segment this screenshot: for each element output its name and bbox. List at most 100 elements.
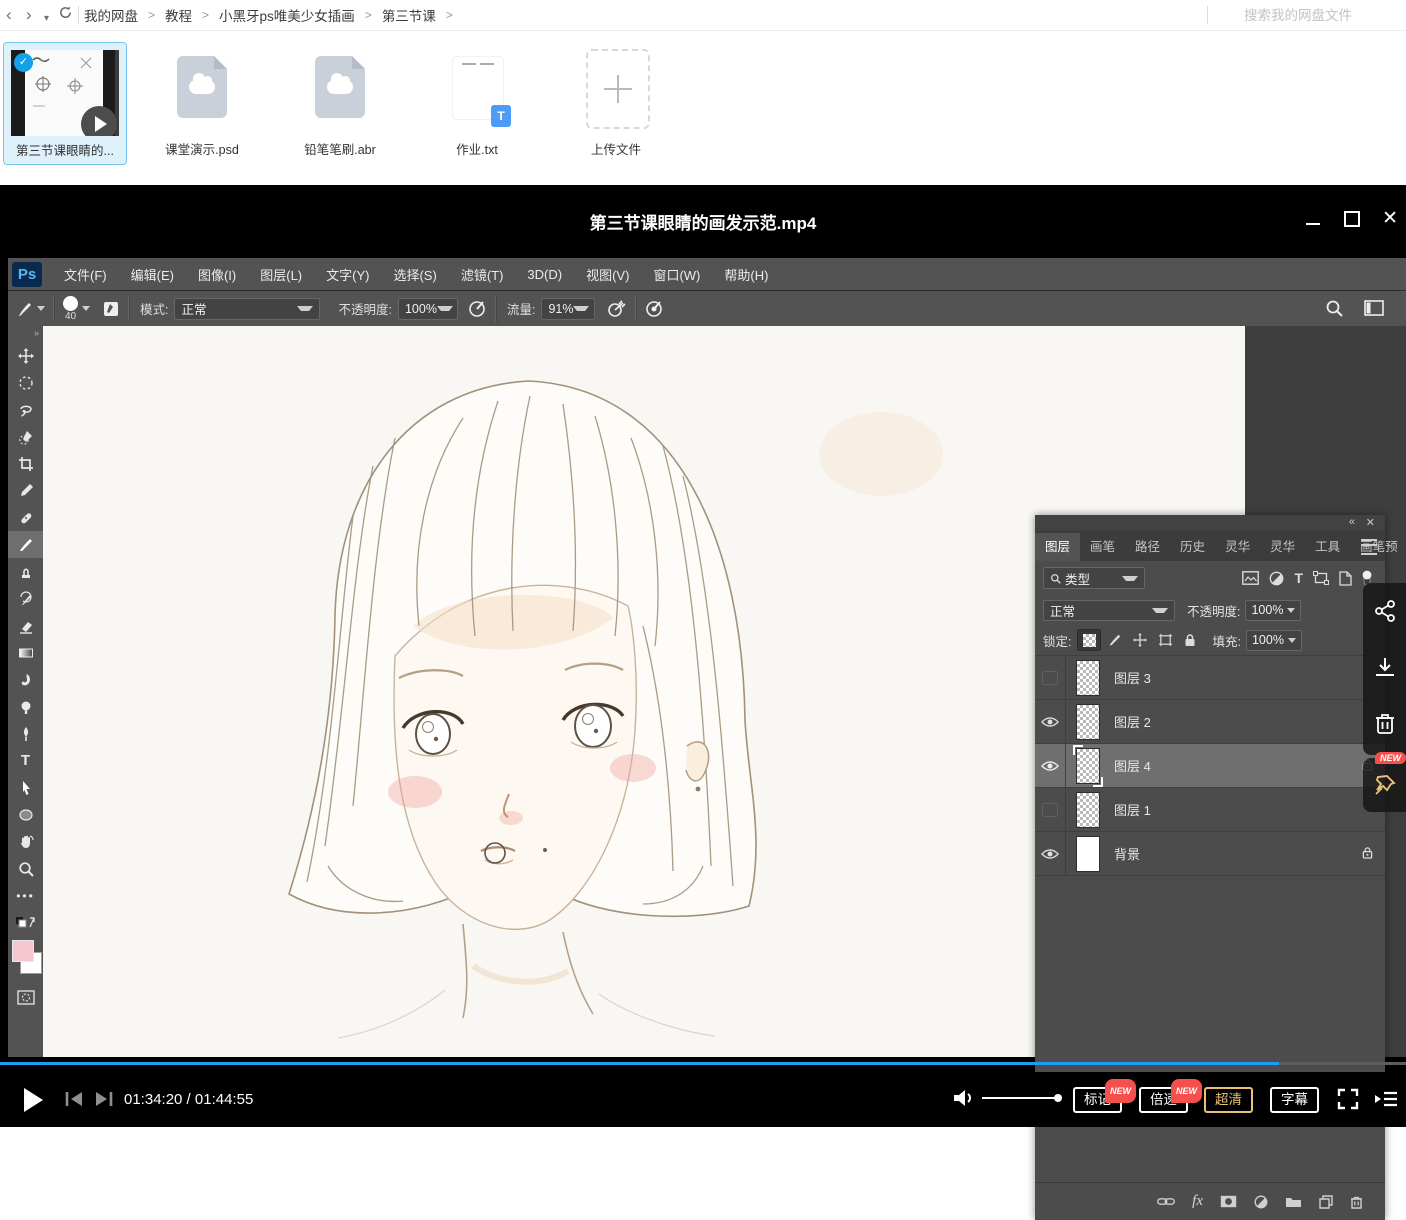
brush-size-picker[interactable]: 40 [63, 296, 78, 322]
quick-mask-icon[interactable] [8, 984, 43, 1011]
visibility-toggle[interactable] [1035, 788, 1066, 831]
visibility-toggle[interactable] [1035, 700, 1066, 743]
fill-field[interactable]: 100% [1246, 630, 1302, 651]
hand-tool[interactable] [8, 828, 43, 855]
collapse-panel-icon[interactable]: « [1349, 516, 1355, 528]
layer-row-selected[interactable]: 图层 4 [1035, 744, 1385, 788]
type-tool[interactable]: T [8, 747, 43, 774]
brush-preset-icon[interactable] [16, 300, 34, 318]
workspace-switcher-icon[interactable] [1364, 300, 1386, 317]
tab-custom-1[interactable]: 灵华 [1215, 533, 1260, 561]
filter-type-dropdown[interactable]: 类型 [1043, 567, 1145, 589]
menu-help[interactable]: 帮助(H) [712, 265, 780, 284]
move-tool[interactable] [8, 342, 43, 369]
search-input[interactable] [1242, 7, 1396, 24]
panel-opacity-field[interactable]: 100% [1245, 600, 1301, 621]
filter-smart-object-icon[interactable] [1339, 571, 1352, 586]
filter-adjustment-icon[interactable] [1269, 571, 1284, 586]
layer-thumbnail[interactable] [1076, 792, 1100, 828]
lock-artboard-icon[interactable] [1154, 630, 1176, 650]
quick-selection-tool[interactable] [8, 423, 43, 450]
filter-shape-icon[interactable] [1313, 571, 1329, 585]
layer-thumbnail[interactable] [1076, 748, 1100, 784]
layer-style-icon[interactable]: fx [1192, 1193, 1203, 1210]
file-item-psd[interactable]: 课堂演示.psd [142, 42, 262, 163]
visibility-toggle[interactable] [1035, 832, 1066, 875]
shape-tool[interactable] [8, 801, 43, 828]
filter-pixel-icon[interactable] [1242, 571, 1259, 585]
dodge-tool[interactable] [8, 693, 43, 720]
playlist-icon[interactable] [1374, 1090, 1398, 1108]
file-card-video-selected[interactable]: ✓ 第三节课眼睛的... [3, 42, 127, 165]
refresh-icon[interactable] [58, 4, 73, 26]
lock-pixels-icon[interactable] [1104, 630, 1126, 650]
crop-tool[interactable] [8, 450, 43, 477]
layer-row[interactable]: 图层 2 [1035, 700, 1385, 744]
layer-thumbnail[interactable] [1076, 704, 1100, 740]
breadcrumb-item[interactable]: 小黑牙ps唯美少女插画 [219, 5, 355, 25]
layer-row[interactable]: 图层 3 [1035, 656, 1385, 700]
mode-dropdown[interactable]: 正常 [174, 298, 320, 320]
tab-custom-2[interactable]: 灵华 [1260, 533, 1305, 561]
seek-bar[interactable] [0, 1062, 1406, 1065]
lock-position-icon[interactable] [1129, 630, 1151, 650]
eyedropper-tool[interactable] [8, 477, 43, 504]
subtitle-button[interactable]: 字幕 [1270, 1087, 1319, 1113]
play-button[interactable] [24, 1088, 43, 1112]
forward-icon[interactable]: › [26, 4, 32, 26]
share-icon[interactable] [1363, 583, 1406, 639]
history-brush-tool[interactable] [8, 585, 43, 612]
toolbar-more-icon[interactable]: ••• [8, 882, 43, 909]
airbrush-icon[interactable] [607, 299, 627, 318]
breadcrumb-item[interactable]: 教程 [165, 5, 192, 25]
lasso-tool[interactable] [8, 396, 43, 423]
tab-brush[interactable]: 画笔 [1080, 533, 1125, 561]
brush-tool[interactable] [8, 531, 43, 558]
clone-stamp-tool[interactable] [8, 558, 43, 585]
brush-panel-toggle-icon[interactable] [102, 300, 120, 318]
gradient-tool[interactable] [8, 639, 43, 666]
menu-edit[interactable]: 编辑(E) [119, 265, 186, 284]
eraser-tool[interactable] [8, 612, 43, 639]
file-item-txt[interactable]: T 作业.txt [417, 42, 537, 163]
tab-tools[interactable]: 工具 [1305, 533, 1350, 561]
breadcrumb-item[interactable]: 我的网盘 [84, 5, 138, 25]
new-layer-icon[interactable] [1319, 1195, 1333, 1209]
minimize-button[interactable] [1306, 223, 1320, 225]
menu-type[interactable]: 文字(Y) [314, 265, 381, 284]
volume-knob[interactable] [1054, 1094, 1062, 1102]
swap-colors-icon[interactable] [8, 909, 43, 936]
menu-3d[interactable]: 3D(D) [515, 267, 574, 282]
panel-menu-icon[interactable] [1361, 539, 1377, 555]
next-video-icon[interactable] [92, 1090, 114, 1108]
menu-file[interactable]: 文件(F) [52, 265, 119, 284]
pressure-size-icon[interactable] [645, 299, 664, 318]
visibility-toggle[interactable] [1035, 656, 1066, 699]
lock-transparency-icon[interactable] [1077, 629, 1101, 651]
upload-file-button[interactable]: 上传文件 [556, 42, 676, 163]
volume-icon[interactable] [952, 1088, 974, 1108]
layer-row[interactable]: 图层 1 [1035, 788, 1385, 832]
blend-mode-dropdown[interactable]: 正常 [1043, 600, 1175, 621]
zoom-tool[interactable] [8, 855, 43, 882]
close-button[interactable]: ✕ [1382, 207, 1398, 230]
mark-button[interactable]: 标记 NEW [1073, 1087, 1122, 1113]
history-dropdown-icon[interactable]: ▾ [44, 8, 49, 30]
path-selection-tool[interactable] [8, 774, 43, 801]
quality-button[interactable]: 超清 [1204, 1087, 1253, 1113]
fullscreen-icon[interactable] [1337, 1088, 1359, 1110]
file-item-abr[interactable]: 铅笔笔刷.abr [280, 42, 400, 163]
menu-layer[interactable]: 图层(L) [248, 265, 314, 284]
breadcrumb-item[interactable]: 第三节课 [382, 5, 436, 25]
brush-preset-chevron[interactable] [37, 306, 45, 311]
adjustment-layer-icon[interactable] [1254, 1195, 1268, 1209]
pressure-opacity-icon[interactable] [468, 299, 487, 318]
layer-thumbnail[interactable] [1076, 660, 1100, 696]
new-group-icon[interactable] [1285, 1195, 1302, 1208]
brush-size-chevron[interactable] [82, 306, 90, 311]
lock-all-icon[interactable] [1179, 630, 1201, 650]
filter-type-text-icon[interactable]: T [1294, 570, 1303, 586]
flow-dropdown[interactable]: 91% [541, 298, 595, 320]
link-layers-icon[interactable] [1157, 1196, 1175, 1207]
menu-filter[interactable]: 滤镜(T) [449, 265, 516, 284]
